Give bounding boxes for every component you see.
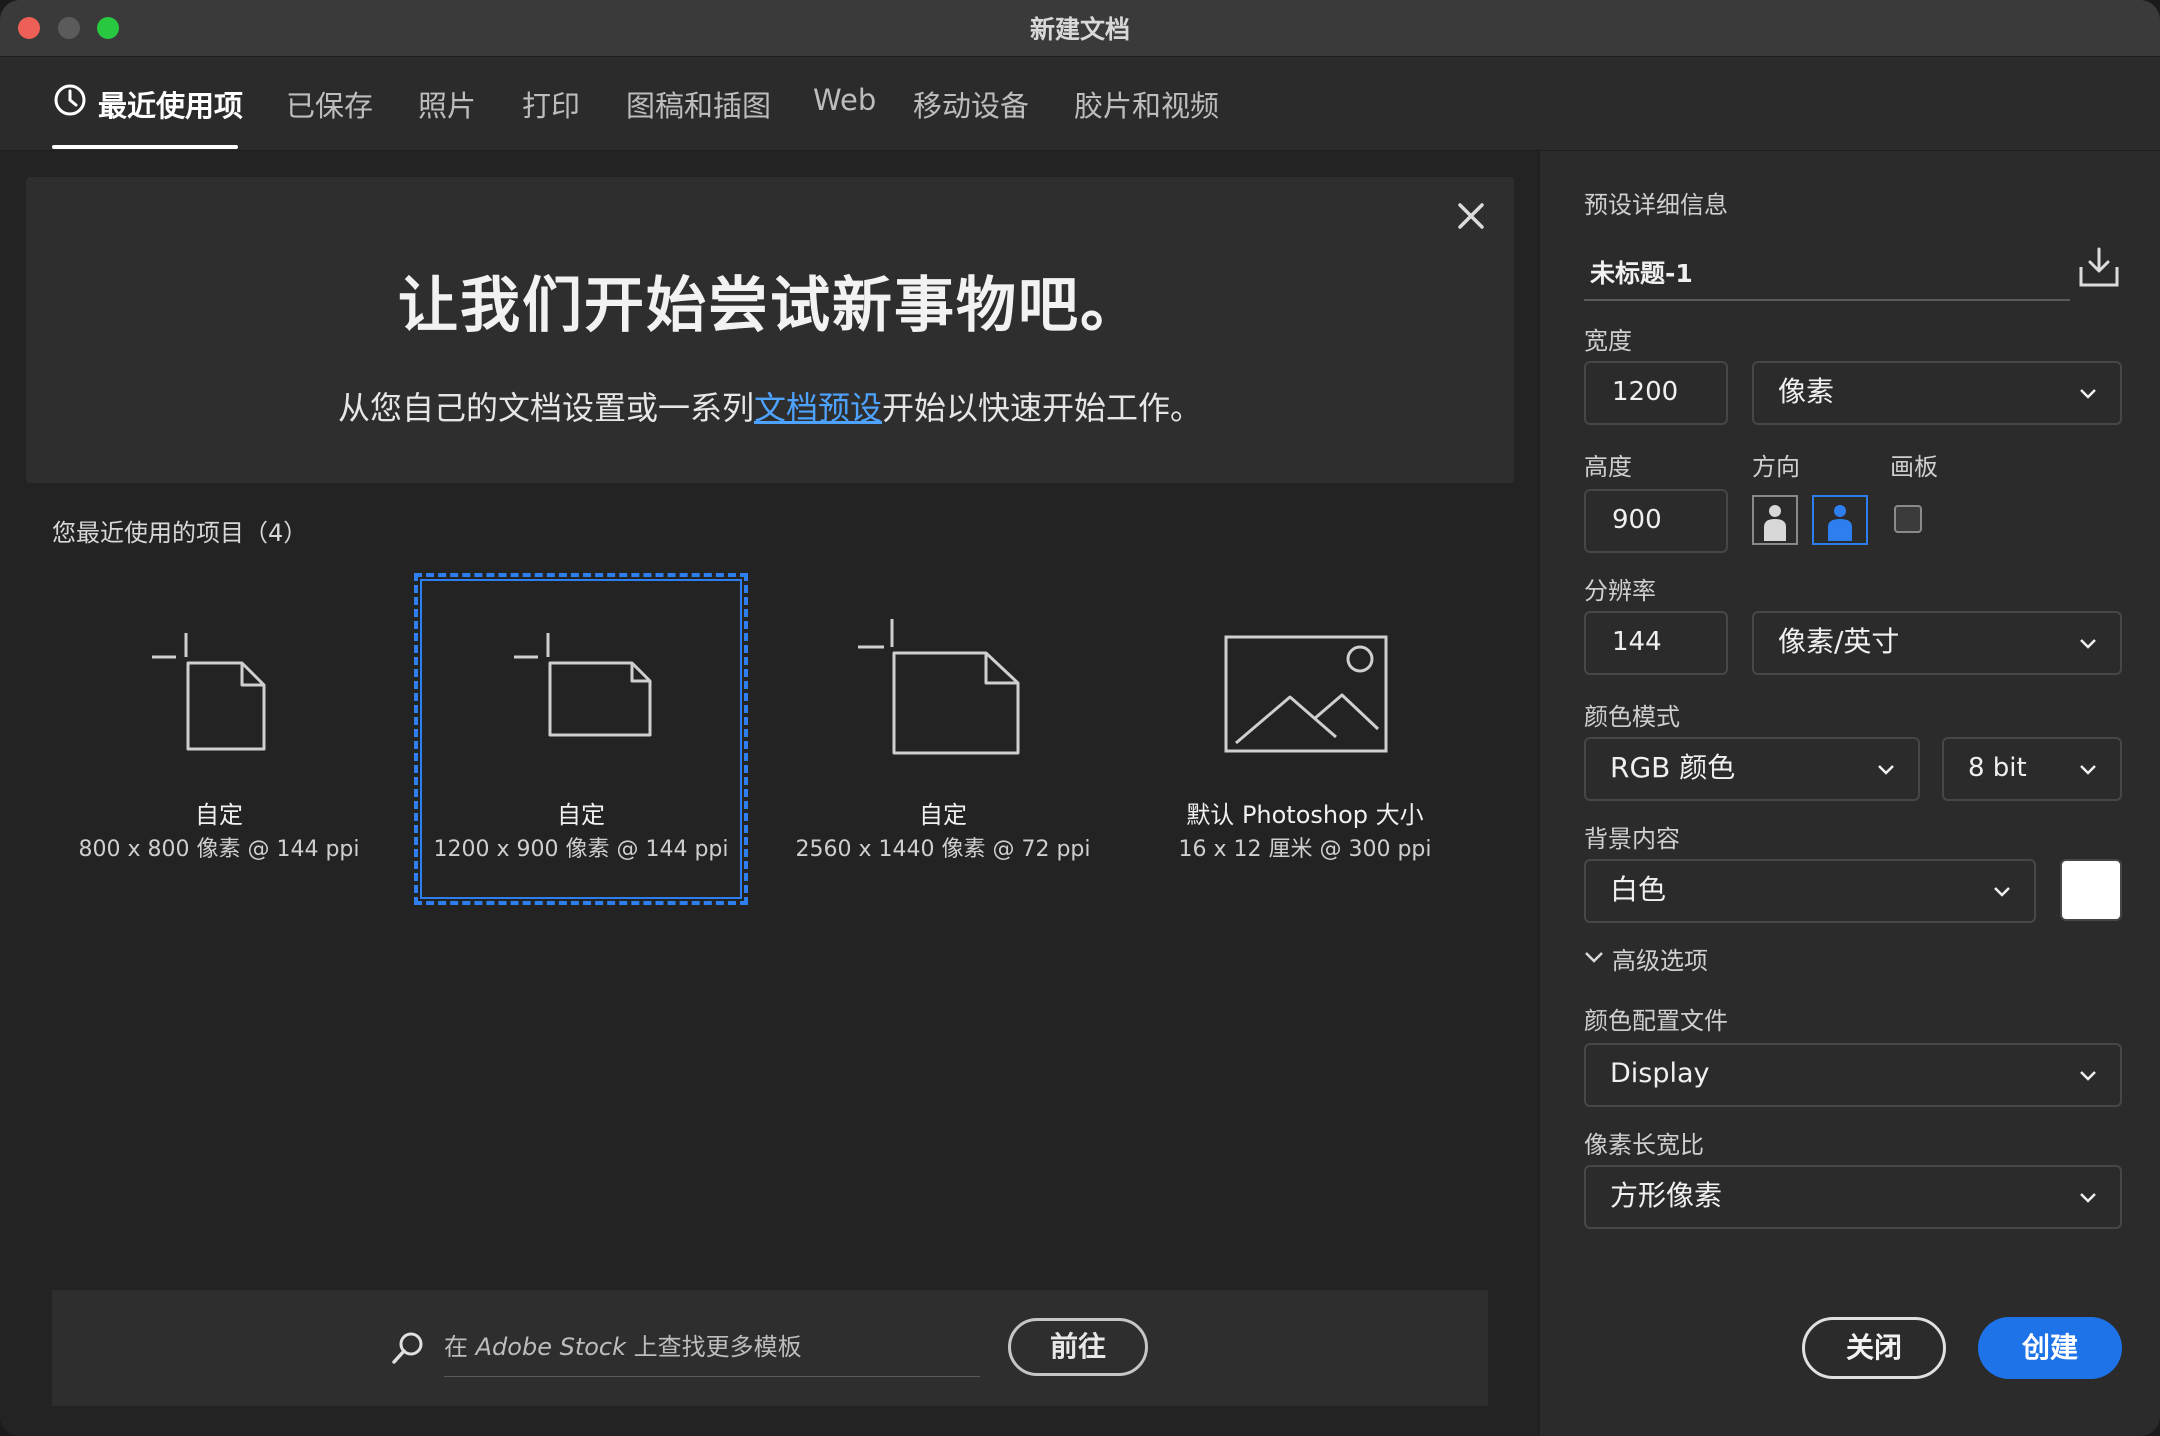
artboard-label: 画板: [1890, 453, 1938, 481]
resolution-label: 分辨率: [1584, 577, 1656, 605]
portrait-orientation-button[interactable]: [1752, 495, 1798, 545]
portrait-icon: [1764, 505, 1786, 541]
height-label: 高度: [1584, 453, 1632, 481]
width-input[interactable]: 1200: [1584, 361, 1728, 425]
chevron-down-icon: [2080, 639, 2096, 649]
recent-item[interactable]: 自定 800 x 800 像素 @ 144 ppi: [52, 573, 386, 905]
background-label: 背景内容: [1584, 825, 1680, 853]
chevron-down-icon: [2080, 1071, 2096, 1081]
recent-item[interactable]: 默认 Photoshop 大小 16 x 12 厘米 @ 300 ppi: [1138, 573, 1472, 905]
background-value: 白色: [1610, 873, 1667, 906]
create-button[interactable]: 创建: [1978, 1317, 2122, 1379]
blank-document-icon: [152, 633, 266, 751]
tab-mobile[interactable]: 移动设备: [913, 83, 1029, 125]
background-color-swatch[interactable]: [2060, 859, 2122, 921]
go-button[interactable]: 前往: [1008, 1318, 1148, 1376]
adobe-stock-search-bar: 在 Adobe Stock 上查找更多模板 前往: [52, 1290, 1488, 1406]
close-button[interactable]: 关闭: [1802, 1317, 1946, 1379]
chevron-down-icon: [2080, 765, 2096, 775]
blank-document-icon: [514, 633, 652, 737]
background-select[interactable]: 白色: [1584, 859, 2036, 923]
resolution-input[interactable]: 144: [1584, 611, 1728, 675]
bit-depth-select[interactable]: 8 bit: [1942, 737, 2122, 801]
pixel-aspect-label: 像素长宽比: [1584, 1131, 1704, 1159]
stock-placeholder-brand: Adobe Stock: [475, 1333, 627, 1361]
pixel-aspect-value: 方形像素: [1610, 1179, 1723, 1212]
width-unit-value: 像素: [1778, 375, 1835, 408]
banner-title: 让我们开始尝试新事物吧。: [398, 271, 1142, 341]
stock-placeholder-prefix: 在: [444, 1333, 476, 1361]
resolution-unit-select[interactable]: 像素/英寸: [1752, 611, 2122, 675]
banner-subtitle: 从您自己的文档设置或一系列文档预设开始以快速开始工作。: [26, 383, 1514, 429]
banner-subtitle-suffix: 开始以快速开始工作。: [882, 389, 1203, 427]
tab-web[interactable]: Web: [813, 83, 876, 117]
recent-item-name: 默认 Photoshop 大小: [1186, 801, 1424, 829]
recent-item-name: 自定: [195, 801, 243, 829]
recent-item-desc: 1200 x 900 像素 @ 144 ppi: [433, 837, 729, 862]
recent-content-area: 让我们开始尝试新事物吧。 从您自己的文档设置或一系列文档预设开始以快速开始工作。…: [0, 151, 1538, 1436]
recent-item-desc: 800 x 800 像素 @ 144 ppi: [78, 837, 360, 862]
recent-item-name: 自定: [919, 801, 967, 829]
recent-item-name: 自定: [557, 801, 605, 829]
pixel-aspect-select[interactable]: 方形像素: [1584, 1165, 2122, 1229]
color-mode-value: RGB 颜色: [1610, 751, 1736, 784]
width-unit-select[interactable]: 像素: [1752, 361, 2122, 425]
recent-item[interactable]: 自定 1200 x 900 像素 @ 144 ppi: [414, 573, 748, 905]
tab-print[interactable]: 打印: [522, 83, 580, 125]
advanced-options-toggle[interactable]: 高级选项: [1612, 941, 1708, 976]
color-mode-label: 颜色模式: [1584, 703, 1680, 731]
recent-item-desc: 16 x 12 厘米 @ 300 ppi: [1178, 837, 1432, 862]
bit-depth-value: 8 bit: [1968, 753, 2027, 783]
chevron-down-icon: [1994, 887, 2010, 897]
chevron-down-icon[interactable]: [1582, 945, 1606, 969]
preset-details-panel: 预设详细信息 未标题-1 宽度 1200 像素 高度 方向 画板 900 分辨率…: [1538, 151, 2160, 1436]
resolution-unit-value: 像素/英寸: [1778, 625, 1900, 658]
active-tab-indicator: [52, 145, 238, 149]
close-icon[interactable]: [1454, 199, 1488, 233]
clock-icon: [54, 84, 86, 116]
chevron-down-icon: [1878, 765, 1894, 775]
color-profile-value: Display: [1610, 1058, 1710, 1089]
landscape-icon: [1828, 505, 1852, 541]
document-presets-link[interactable]: 文档预设: [754, 389, 882, 427]
tab-recent[interactable]: 最近使用项: [98, 83, 243, 125]
search-icon: [392, 1332, 423, 1364]
tab-saved[interactable]: 已保存: [286, 83, 373, 125]
recent-item[interactable]: 自定 2560 x 1440 像素 @ 72 ppi: [776, 573, 1110, 905]
color-profile-label: 颜色配置文件: [1584, 1007, 1728, 1035]
landscape-orientation-button[interactable]: [1812, 495, 1868, 545]
welcome-banner: 让我们开始尝试新事物吧。 从您自己的文档设置或一系列文档预设开始以快速开始工作。: [26, 177, 1514, 483]
window-title: 新建文档: [1029, 15, 1130, 44]
stock-placeholder-suffix: 上查找更多模板: [626, 1333, 802, 1361]
title-bar: 新建文档: [0, 0, 2160, 57]
tab-photo[interactable]: 照片: [418, 83, 476, 125]
height-input[interactable]: 900: [1584, 489, 1728, 553]
chevron-down-icon: [2080, 1193, 2096, 1203]
blank-document-icon: [858, 619, 1020, 755]
color-profile-select[interactable]: Display: [1584, 1043, 2122, 1107]
tab-art-illustration[interactable]: 图稿和插图: [626, 83, 771, 125]
image-icon: [1224, 635, 1388, 753]
new-document-dialog: 新建文档 最近使用项 已保存 照片 打印 图稿和插图 Web 移动设备 胶片和视…: [0, 0, 2160, 1436]
document-name-input[interactable]: 未标题-1: [1584, 247, 2070, 301]
orientation-label: 方向: [1752, 453, 1800, 481]
recent-heading: 您最近使用的项目（4）: [52, 519, 308, 547]
width-label: 宽度: [1584, 327, 1632, 355]
artboard-checkbox[interactable]: [1894, 505, 1922, 533]
color-mode-select[interactable]: RGB 颜色: [1584, 737, 1920, 801]
recent-item-desc: 2560 x 1440 像素 @ 72 ppi: [795, 837, 1091, 862]
preset-details-heading: 预设详细信息: [1584, 191, 1728, 219]
chevron-down-icon: [2080, 389, 2096, 399]
banner-subtitle-prefix: 从您自己的文档设置或一系列: [337, 389, 754, 427]
tab-film-video[interactable]: 胶片和视频: [1074, 83, 1219, 125]
save-preset-icon[interactable]: [2076, 245, 2122, 291]
stock-search-input[interactable]: 在 Adobe Stock 上查找更多模板: [444, 1318, 980, 1377]
preset-tabs: 最近使用项 已保存 照片 打印 图稿和插图 Web 移动设备 胶片和视频: [0, 57, 2160, 152]
